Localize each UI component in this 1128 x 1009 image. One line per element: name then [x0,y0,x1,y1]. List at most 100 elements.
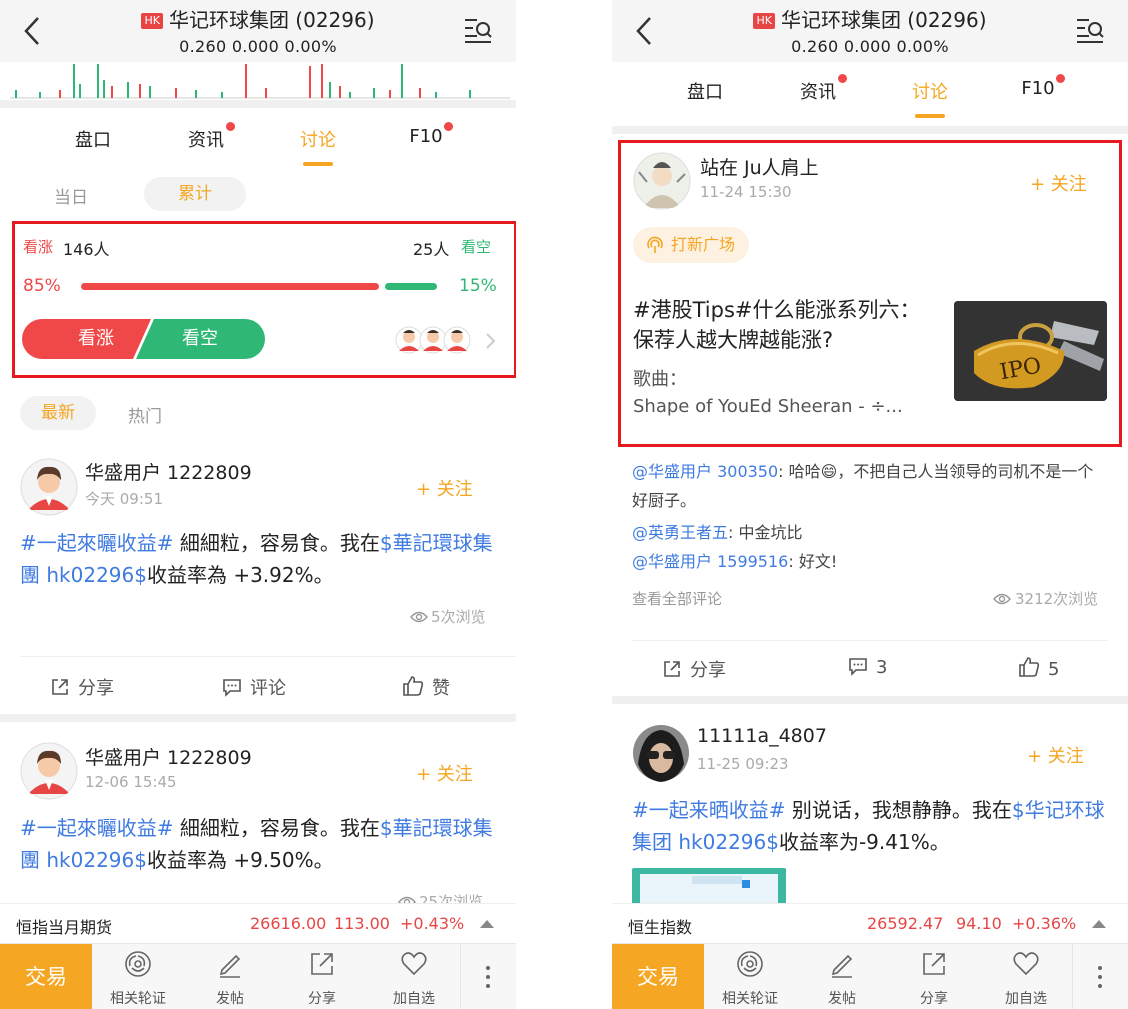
tab-discussion[interactable]: 讨论 [278,126,358,166]
post-username[interactable]: 站在 Ju人肩上 [700,153,819,180]
chevron-right-icon[interactable] [485,332,497,350]
post-body[interactable]: #一起來曬收益# 細細粒，容易食。我在$華記環球集團 hk02296$收益率為 … [20,527,500,591]
hk-badge: HK [753,13,775,29]
share-button[interactable]: 分享 [50,674,114,700]
follow-button[interactable]: + 关注 [416,475,473,501]
bottom-nav: 交易 相关轮证 发帖 分享 加自选 [0,943,516,1009]
warrants-icon [125,951,151,977]
share-icon [923,953,945,975]
topic-tag-link[interactable]: #一起來曬收益# [20,531,174,555]
comment-button[interactable]: 评论 [222,674,286,700]
post-image[interactable] [632,868,786,908]
post-body[interactable]: #一起来晒收益# 别说话，我想静静。我在$华记环球集团 hk02296$收益率为… [632,794,1110,858]
nav-watchlist[interactable]: 加自选 [368,944,460,1009]
article-title[interactable]: #港股Tips#什么能涨系列六：保荐人越大牌越能涨? [633,295,929,355]
sort-tab-latest[interactable]: 最新 [20,396,96,430]
ticker-price: 26616.00 [250,914,327,933]
more-icon [1098,966,1102,970]
comment-icon [849,658,867,676]
heart-icon [401,952,427,976]
post-username[interactable]: 华盛用户 1222809 [85,743,252,770]
comment-user-link[interactable]: @英勇王者五 [632,523,728,542]
bull-count: 146人 [63,240,110,259]
bear-count: 25人 [413,240,450,259]
post-body[interactable]: #一起來曬收益# 細細粒，容易食。我在$華記環球集團 hk02296$收益率為 … [20,812,500,876]
tab-underline [915,114,945,118]
avatar[interactable] [633,152,691,210]
vote-bear-button[interactable]: 看空 [155,318,245,360]
eye-icon [410,611,428,623]
post-username[interactable]: 11111a_4807 [697,725,827,747]
period-tab-cumulative[interactable]: 累计 [144,177,246,211]
like-button[interactable]: 5 [1018,656,1059,680]
follow-button[interactable]: + 关注 [1030,170,1087,196]
topic-tag-link[interactable]: #一起來曬收益# [20,816,174,840]
ticker-change: 113.00 [334,914,390,933]
divider [0,714,516,722]
more-menu-button[interactable] [460,944,516,1009]
stock-quote: 0.260 0.000 0.00% [791,37,949,56]
avatar-group-icon [395,326,471,354]
avatar[interactable] [20,458,78,516]
trade-button[interactable]: 交易 [612,944,704,1009]
volume-strip [10,64,510,99]
bear-percent: 15% [459,276,497,296]
comment-line[interactable]: @英勇王者五: 中金坑比 [632,519,803,543]
left-screen: HK 华记环球集团 (02296) 0.260 0.000 0.00% 盘口 资讯… [0,0,516,1009]
nav-post[interactable]: 发帖 [184,944,276,1009]
page-title: HK 华记环球集团 (02296) [612,4,1128,33]
comment-line[interactable]: @华盛用户 1599516: 好文! [632,548,837,572]
tab-f10[interactable]: F10 [998,74,1078,99]
topic-chip[interactable]: 打新广场 [633,227,750,263]
nav-share[interactable]: 分享 [888,944,980,1009]
article-thumbnail[interactable]: IPO [954,301,1107,401]
tab-discussion[interactable]: 讨论 [890,78,970,118]
nav-share[interactable]: 分享 [276,944,368,1009]
like-button[interactable]: 赞 [402,674,450,700]
expand-up-icon[interactable] [1092,920,1106,928]
period-tab-day[interactable]: 当日 [54,183,88,208]
post-username[interactable]: 华盛用户 1222809 [85,458,252,485]
tab-bar: 盘口 资讯 讨论 F10 [0,122,516,176]
tab-pankou[interactable]: 盘口 [665,78,745,104]
search-menu-icon[interactable] [463,16,493,44]
share-icon [52,679,68,695]
nav-warrants[interactable]: 相关轮证 [704,944,796,1009]
comment-line[interactable]: @华盛用户 300350: 哈哈😄，不把自己人当领导的司机不是一个好厨子。 [632,457,1108,515]
view-all-comments-link[interactable]: 查看全部评论 [632,588,722,609]
tab-news[interactable]: 资讯 [166,122,246,152]
comment-button[interactable]: 3 [848,656,887,678]
search-menu-icon[interactable] [1075,16,1105,44]
share-button[interactable]: 分享 [662,656,726,682]
nav-post[interactable]: 发帖 [796,944,888,1009]
eye-icon [993,593,1011,605]
comment-user-link[interactable]: @华盛用户 300350 [632,462,778,481]
vote-bull-button[interactable]: 看涨 [51,318,141,360]
avatar[interactable] [20,742,78,800]
index-ticker[interactable]: 恒指当月期货 26616.00 113.00 +0.43% [0,903,516,943]
follow-button[interactable]: + 关注 [416,760,473,786]
nav-watchlist[interactable]: 加自选 [980,944,1072,1009]
voter-avatars[interactable] [395,326,471,354]
avatar[interactable] [632,724,690,782]
tab-news[interactable]: 资讯 [778,74,858,104]
tab-f10[interactable]: F10 [386,122,466,147]
sort-tab-hot[interactable]: 热门 [128,402,162,427]
divider [632,640,1108,641]
more-menu-button[interactable] [1072,944,1128,1009]
comment-user-link[interactable]: @华盛用户 1599516 [632,552,788,571]
index-ticker[interactable]: 恒生指数 26592.47 94.10 +0.36% [612,903,1128,943]
follow-button[interactable]: + 关注 [1027,742,1084,768]
trade-button[interactable]: 交易 [0,944,92,1009]
post-time: 11-25 09:23 [697,755,789,773]
divider [612,126,1128,134]
bull-bar [81,283,379,290]
ticker-percent: +0.43% [400,914,465,933]
nav-warrants[interactable]: 相关轮证 [92,944,184,1009]
divider [612,696,1128,704]
tab-pankou[interactable]: 盘口 [53,126,133,152]
tab-bar: 盘口 资讯 讨论 F10 [612,74,1128,128]
post-time: 12-06 15:45 [85,773,177,791]
topic-tag-link[interactable]: #一起来晒收益# [632,798,786,822]
expand-up-icon[interactable] [480,920,494,928]
